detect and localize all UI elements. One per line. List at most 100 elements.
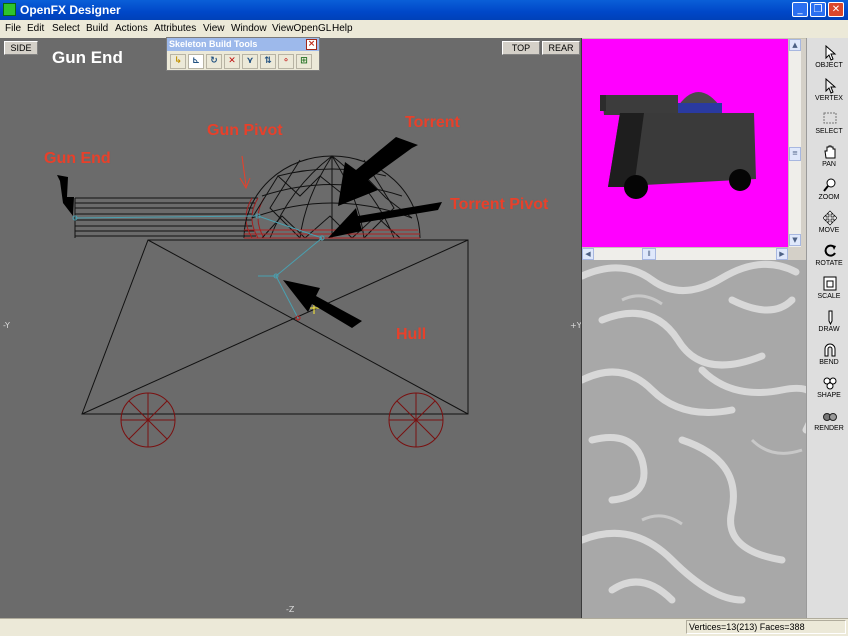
wireframe-canvas	[57, 137, 469, 448]
preview-vertical-scrollbar[interactable]: ▲ ≡ ▼	[788, 39, 801, 247]
maximize-button[interactable]: ❐	[810, 2, 826, 17]
shapes-icon	[823, 377, 837, 390]
menu-file[interactable]: File	[5, 23, 21, 35]
annotation-hull: Hull	[396, 326, 427, 343]
axis-label-right: +Y	[570, 321, 582, 330]
delete-node-icon[interactable]: ✕	[224, 54, 240, 69]
tool-bend-label: BEND	[819, 359, 839, 366]
turret-dome-wireframe	[243, 155, 421, 239]
axis-label-left: -Y	[3, 321, 10, 330]
axis-label-bottom: -Z	[286, 605, 295, 614]
tool-render[interactable]: RENDER	[811, 407, 847, 439]
edit-node-icon[interactable]: ⊾	[188, 54, 204, 69]
tool-select[interactable]: SELECT	[811, 110, 847, 142]
menu-window[interactable]: Window	[231, 23, 267, 35]
move-node-icon[interactable]: ⇅	[260, 54, 276, 69]
menu-attributes[interactable]: Attributes	[154, 23, 196, 35]
scroll-thumb-horizontal[interactable]: ⦀	[642, 248, 656, 260]
gun-end-arrow	[57, 175, 74, 216]
tool-object-label: OBJECT	[815, 62, 843, 69]
annotation-torrent-pivot: Torrent Pivot	[450, 196, 549, 213]
menu-viewopengl[interactable]: ViewOpenGL	[272, 23, 331, 35]
torrent-pivot-arrow	[328, 202, 442, 238]
skeleton-toolbar-close-icon[interactable]: ×	[306, 39, 317, 50]
tool-vertex-label: VERTEX	[815, 95, 843, 102]
left-wheel-wireframe	[120, 392, 176, 448]
tool-shape[interactable]: SHAPE	[811, 374, 847, 406]
menu-build[interactable]: Build	[86, 23, 108, 35]
menu-actions[interactable]: Actions	[115, 23, 148, 35]
tool-pan[interactable]: PAN	[811, 143, 847, 175]
side-viewport[interactable]: SIDE TOP REAR Gun End Gun End Gun Pivot …	[0, 38, 582, 618]
background-pattern	[582, 260, 806, 618]
select-icon	[823, 112, 837, 124]
rotate-icon	[824, 244, 836, 257]
scroll-thumb-vertical[interactable]: ≡	[789, 147, 801, 161]
tank-render	[600, 92, 756, 199]
render-spheres-icon	[823, 413, 837, 421]
menu-select[interactable]: Select	[52, 23, 80, 35]
pencil-icon	[828, 310, 833, 325]
tool-scale-label: SCALE	[817, 293, 841, 300]
skeleton-build-toolbar[interactable]: Skeleton Build Tools × ↳ ⊾ ↻ ✕ ⋎ ⇅ ⚬ ⊞	[166, 37, 320, 71]
annotation-gun-end: Gun End	[44, 150, 111, 167]
select-node-icon[interactable]: ⊞	[296, 54, 312, 69]
scroll-right-icon[interactable]: ▶	[776, 248, 788, 260]
swirl-pattern	[582, 260, 806, 604]
close-button[interactable]: ✕	[828, 2, 844, 17]
move-arrows-icon	[823, 210, 837, 226]
annotation-gun-end-heading: Gun End	[52, 48, 123, 67]
menu-view[interactable]: View	[203, 23, 225, 35]
window-title: OpenFX Designer	[20, 3, 121, 17]
tool-rotate-label: ROTATE	[815, 260, 843, 267]
arrow-cursor-icon	[825, 45, 837, 61]
menu-edit[interactable]: Edit	[27, 23, 44, 35]
torrent-arrow	[338, 137, 418, 206]
hand-icon	[824, 145, 836, 159]
right-wheel-wireframe	[388, 392, 444, 448]
tool-rotate[interactable]: ROTATE	[811, 242, 847, 274]
magnet-icon	[824, 343, 836, 357]
gun-barrel-end-red	[245, 197, 265, 239]
tool-draw[interactable]: DRAW	[811, 308, 847, 340]
skeleton-toolbar-title: Skeleton Build Tools	[169, 39, 258, 49]
status-bar: Vertices=13(213) Faces=388	[0, 618, 848, 636]
tool-select-label: SELECT	[815, 128, 843, 135]
scroll-down-icon[interactable]: ▼	[789, 234, 801, 246]
tool-draw-label: DRAW	[818, 326, 840, 333]
minimize-button[interactable]: _	[792, 2, 808, 17]
gun-pivot-arrow	[239, 155, 251, 190]
menu-help[interactable]: Help	[332, 23, 353, 35]
app-icon	[3, 3, 16, 16]
menu-bar: File Edit Select Build Actions Attribute…	[0, 20, 848, 39]
tool-zoom-label: ZOOM	[818, 194, 840, 201]
scroll-up-icon[interactable]: ▲	[789, 39, 801, 51]
pivot-node-icon[interactable]: ⋎	[242, 54, 258, 69]
tool-bend[interactable]: BEND	[811, 341, 847, 373]
tool-move-label: MOVE	[818, 227, 840, 234]
link-node-icon[interactable]: ⚬	[278, 54, 294, 69]
tool-shape-label: SHAPE	[817, 392, 841, 399]
annotation-gun-pivot: Gun Pivot	[207, 122, 283, 139]
vertex-cursor-icon	[825, 78, 837, 94]
magnifier-icon	[823, 178, 836, 192]
tool-panel: OBJECT VERTEX SELECT PAN ZOOM MOVE ROTAT…	[806, 38, 848, 618]
status-vertex-face-count: Vertices=13(213) Faces=388	[686, 620, 846, 634]
scroll-left-icon[interactable]: ◀	[582, 248, 594, 260]
tool-vertex[interactable]: VERTEX	[811, 77, 847, 109]
tool-pan-label: PAN	[822, 161, 836, 168]
tool-zoom[interactable]: ZOOM	[811, 176, 847, 208]
render-preview[interactable]	[582, 39, 788, 247]
tool-scale[interactable]: SCALE	[811, 275, 847, 307]
preview-horizontal-scrollbar[interactable]: ◀ ⦀ ▶	[582, 247, 788, 260]
skeleton-toolbar-titlebar[interactable]: Skeleton Build Tools ×	[167, 38, 319, 51]
tool-move[interactable]: MOVE	[811, 209, 847, 241]
tool-render-label: RENDER	[814, 425, 844, 432]
scale-icon	[823, 276, 837, 291]
add-node-icon[interactable]: ↳	[170, 54, 186, 69]
title-bar: OpenFX Designer _ ❐ ✕	[0, 0, 848, 20]
annotation-torrent: Torrent	[405, 114, 460, 131]
hull-arrow	[283, 280, 362, 328]
rotate-node-icon[interactable]: ↻	[206, 54, 222, 69]
tool-object[interactable]: OBJECT	[811, 44, 847, 76]
